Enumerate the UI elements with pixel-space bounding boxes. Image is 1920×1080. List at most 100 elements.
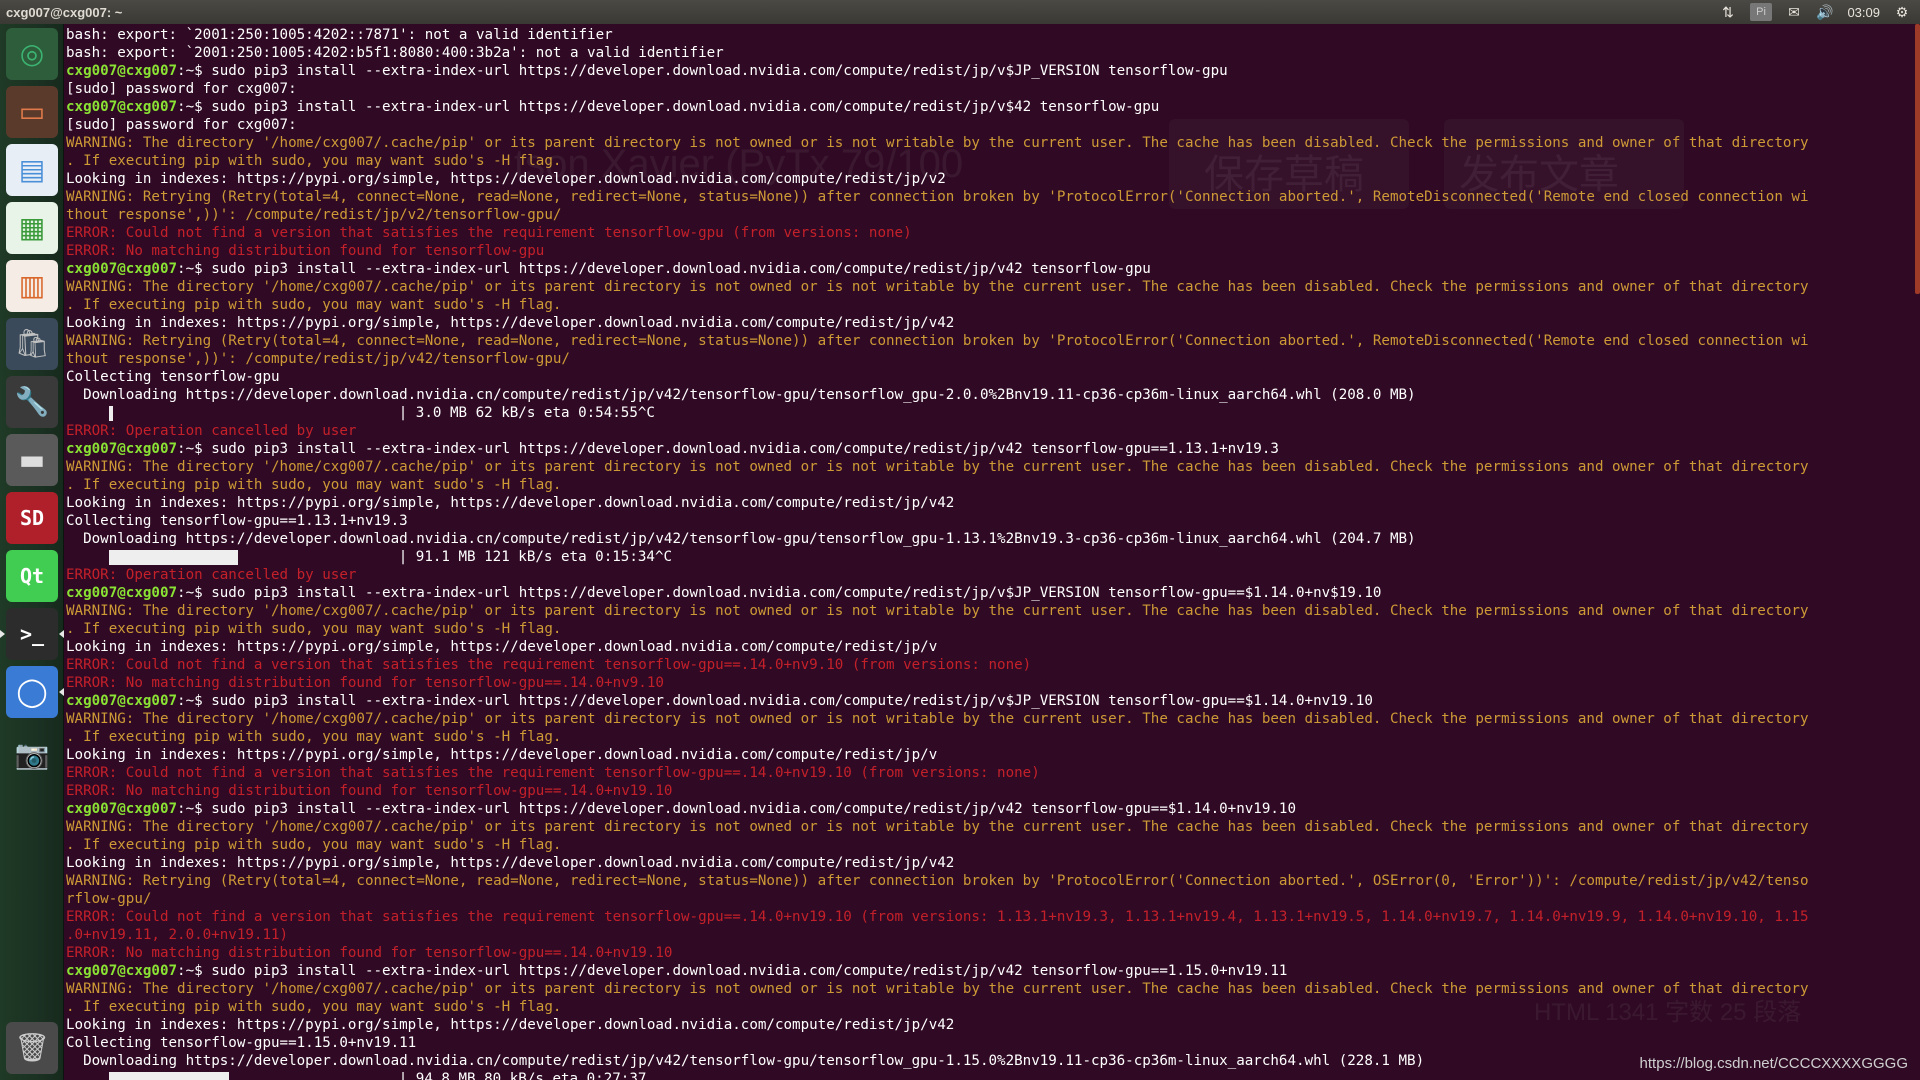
drive-icon[interactable]: ▬ <box>6 434 58 486</box>
output-line: [sudo] password for cxg007: <box>66 81 297 97</box>
sd-card-icon-glyph: SD <box>19 506 45 530</box>
prompt-user: cxg007@cxg007 <box>66 801 178 817</box>
output-line: bash: export: `2001:250:1005:4202:b5f1:8… <box>66 45 724 61</box>
warning-line: . If executing pip with sudo, you may wa… <box>66 477 562 493</box>
command-line: cxg007@cxg007:~$ sudo pip3 install --ext… <box>66 62 1916 80</box>
launcher: ◎ ▭ ▤ ▦ ▥ 🛍 🔧 ▬ SD Qt >_ ◯ 📷 🗑 <box>0 24 64 1080</box>
progress-line: | 3.0 MB 62 kB/s eta 0:54:55^C <box>66 404 1916 422</box>
warning-line: WARNING: The directory '/home/cxg007/.ca… <box>66 459 1809 475</box>
camera-icon[interactable]: 📷 <box>6 729 58 781</box>
output-line: Looking in indexes: https://pypi.org/sim… <box>66 639 938 655</box>
output-line: Looking in indexes: https://pypi.org/sim… <box>66 315 955 331</box>
qt-creator-icon-glyph: Qt <box>19 564 45 588</box>
mail-icon[interactable]: ✉ <box>1786 3 1802 21</box>
error-line: ERROR: Operation cancelled by user <box>66 423 357 439</box>
warning-line: WARNING: The directory '/home/cxg007/.ca… <box>66 603 1809 619</box>
warning-line: thout response',))': /compute/redist/jp/… <box>66 351 570 367</box>
qt-creator-icon[interactable]: Qt <box>6 550 58 602</box>
terminal-window[interactable]: tson Xavier (PyTx 79/100 保存草稿 发布文章 HTML … <box>64 24 1920 1080</box>
output-line: Collecting tensorflow-gpu==1.13.1+nv19.3 <box>66 513 408 529</box>
prompt-user: cxg007@cxg007 <box>66 441 178 457</box>
sd-card-icon[interactable]: SD <box>6 492 58 544</box>
prompt-user: cxg007@cxg007 <box>66 585 178 601</box>
clock[interactable]: 03:09 <box>1847 3 1880 21</box>
settings-gear-icon[interactable]: ⚙ <box>1894 3 1910 21</box>
command-text: sudo pip3 install --extra-index-url http… <box>211 99 1160 115</box>
command-text: sudo pip3 install --extra-index-url http… <box>211 693 1373 709</box>
warning-line: . If executing pip with sudo, you may wa… <box>66 999 562 1015</box>
files-icon-glyph: ▭ <box>18 95 46 128</box>
prompt-user: cxg007@cxg007 <box>66 963 178 979</box>
terminal-icon[interactable]: >_ <box>0 608 64 660</box>
output-line: Looking in indexes: https://pypi.org/sim… <box>66 171 946 187</box>
prompt-user: cxg007@cxg007 <box>66 63 178 79</box>
prompt-separator: :~$ <box>177 801 212 817</box>
download-progress-bar <box>108 405 113 421</box>
browser-icon[interactable]: ◯ <box>6 666 64 718</box>
drive-icon-glyph: ▬ <box>18 443 46 476</box>
output-line: Looking in indexes: https://pypi.org/sim… <box>66 1017 955 1033</box>
output-line: Collecting tensorflow-gpu <box>66 369 280 385</box>
software-center-icon-glyph: 🛍 <box>14 327 50 360</box>
chromium-icon[interactable]: ◎ <box>6 28 58 80</box>
error-line: ERROR: No matching distribution found fo… <box>66 783 673 799</box>
output-line: Looking in indexes: https://pypi.org/sim… <box>66 495 955 511</box>
terminal-output: bash: export: `2001:250:1005:4202::7871'… <box>66 26 1916 1080</box>
command-text: sudo pip3 install --extra-index-url http… <box>211 63 1228 79</box>
prompt-separator: :~$ <box>177 99 212 115</box>
warning-line: . If executing pip with sudo, you may wa… <box>66 153 562 169</box>
top-panel: cxg007@cxg007: ~ ⇅ Pi ✉ 🔊 03:09 ⚙ <box>0 0 1920 24</box>
download-progress-bar <box>108 549 238 565</box>
output-line: Looking in indexes: https://pypi.org/sim… <box>66 855 955 871</box>
output-line: Looking in indexes: https://pypi.org/sim… <box>66 747 938 763</box>
warning-line: WARNING: The directory '/home/cxg007/.ca… <box>66 279 1809 295</box>
output-line: [sudo] password for cxg007: <box>66 117 297 133</box>
progress-text: | 94.8 MB 80 kB/s eta 0:27:37 <box>398 1071 647 1080</box>
prompt-separator: :~$ <box>177 585 212 601</box>
command-text: sudo pip3 install --extra-index-url http… <box>211 261 1151 277</box>
warning-line: . If executing pip with sudo, you may wa… <box>66 297 562 313</box>
keyboard-layout-indicator[interactable]: Pi <box>1750 3 1773 21</box>
progress-line: | 94.8 MB 80 kB/s eta 0:27:37 <box>66 1070 1916 1080</box>
software-center-icon[interactable]: 🛍 <box>6 318 58 370</box>
command-line: cxg007@cxg007:~$ sudo pip3 install --ext… <box>66 260 1916 278</box>
trash-icon-glyph: 🗑 <box>14 1031 50 1064</box>
volume-icon[interactable]: 🔊 <box>1816 3 1833 21</box>
warning-line: . If executing pip with sudo, you may wa… <box>66 729 562 745</box>
progress-text: | 3.0 MB 62 kB/s eta 0:54:55^C <box>398 405 655 421</box>
prompt-user: cxg007@cxg007 <box>66 99 178 115</box>
output-line: Downloading https://developer.download.n… <box>66 531 1416 547</box>
prompt-separator: :~$ <box>177 441 212 457</box>
error-line: ERROR: Could not find a version that sat… <box>66 765 1040 781</box>
command-text: sudo pip3 install --extra-index-url http… <box>211 585 1382 601</box>
impress-icon[interactable]: ▥ <box>6 260 58 312</box>
warning-line: WARNING: The directory '/home/cxg007/.ca… <box>66 819 1809 835</box>
network-icon[interactable]: ⇅ <box>1720 3 1736 21</box>
command-text: sudo pip3 install --extra-index-url http… <box>211 801 1297 817</box>
warning-line: WARNING: Retrying (Retry(total=4, connec… <box>66 873 1809 889</box>
writer-icon[interactable]: ▤ <box>6 144 58 196</box>
prompt-user: cxg007@cxg007 <box>66 693 178 709</box>
terminal-scrollbar[interactable] <box>1915 24 1920 294</box>
watermark: https://blog.csdn.net/CCCCXXXXGGGG <box>1639 1055 1908 1072</box>
terminal-icon-glyph: >_ <box>19 622 45 646</box>
error-line: .0+nv19.11, 2.0.0+nv19.11) <box>66 927 289 943</box>
system-settings-icon[interactable]: 🔧 <box>6 376 58 428</box>
trash-icon[interactable]: 🗑 <box>6 1022 58 1074</box>
command-line: cxg007@cxg007:~$ sudo pip3 install --ext… <box>66 962 1916 980</box>
output-line: Downloading https://developer.download.n… <box>66 1053 1425 1069</box>
command-line: cxg007@cxg007:~$ sudo pip3 install --ext… <box>66 98 1916 116</box>
prompt-separator: :~$ <box>177 963 212 979</box>
error-line: ERROR: No matching distribution found fo… <box>66 675 664 691</box>
prompt-separator: :~$ <box>177 63 212 79</box>
warning-line: rflow-gpu/ <box>66 891 152 907</box>
command-line: cxg007@cxg007:~$ sudo pip3 install --ext… <box>66 584 1916 602</box>
indicator-area: ⇅ Pi ✉ 🔊 03:09 ⚙ <box>1720 3 1920 21</box>
warning-line: . If executing pip with sudo, you may wa… <box>66 837 562 853</box>
calc-icon[interactable]: ▦ <box>6 202 58 254</box>
window-title: cxg007@cxg007: ~ <box>6 4 123 20</box>
files-icon[interactable]: ▭ <box>6 86 58 138</box>
warning-line: thout response',))': /compute/redist/jp/… <box>66 207 562 223</box>
system-settings-icon-glyph: 🔧 <box>14 385 50 418</box>
download-progress-bar <box>108 1071 229 1080</box>
